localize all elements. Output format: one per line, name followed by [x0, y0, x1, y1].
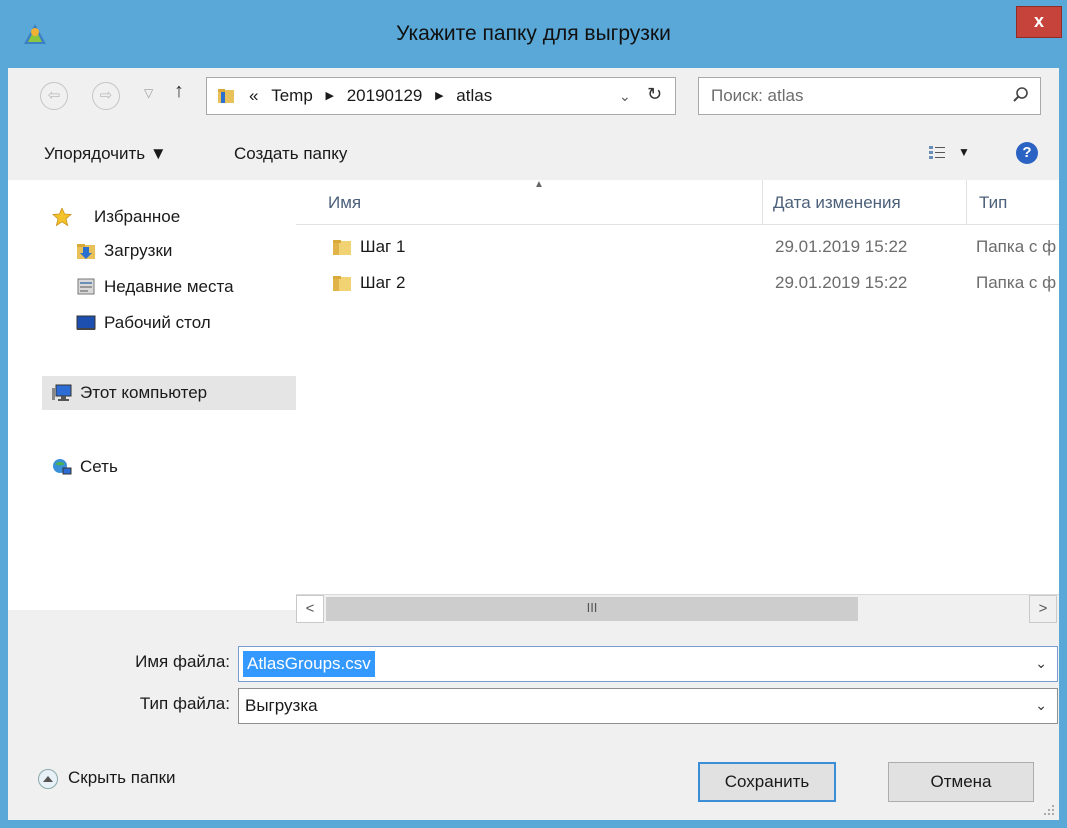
organize-menu-button[interactable]: Упорядочить ▼	[44, 144, 167, 164]
file-date: 29.01.2019 15:22	[775, 273, 908, 292]
dialog-body: ⇦ ⇨ ▽ ↑ « Temp ▶ 20190129 ▶ atlas ⌄ ↻ По…	[8, 68, 1059, 820]
nav-item-desktop[interactable]: Рабочий стол	[66, 306, 266, 340]
folder-icon	[218, 89, 234, 103]
search-box[interactable]: Поиск: atlas	[698, 77, 1041, 115]
file-row[interactable]: Шаг 1 29.01.2019 15:22 Папка с ф	[296, 230, 1059, 266]
nav-item-label: Недавние места	[104, 277, 234, 296]
scroll-thumb[interactable]: III	[326, 597, 858, 621]
filename-field[interactable]: AtlasGroups.csv ⌄	[238, 646, 1058, 682]
filetype-select[interactable]: Выгрузка ⌄	[238, 688, 1058, 724]
downloads-folder-icon	[77, 244, 95, 259]
column-header-type[interactable]: Тип	[979, 193, 1007, 213]
breadcrumb-overflow[interactable]: «	[249, 86, 258, 105]
back-button[interactable]: ⇦	[40, 82, 68, 110]
network-icon	[53, 459, 72, 475]
breadcrumb-item-temp[interactable]: Temp	[271, 86, 313, 105]
command-bar: Упорядочить ▼ Создать папку ▼ ?	[8, 128, 1059, 180]
scroll-right-button[interactable]: >	[1029, 595, 1057, 623]
desktop-icon	[76, 315, 96, 330]
resize-grip-icon[interactable]	[1043, 804, 1055, 816]
up-arrow-icon[interactable]: ↑	[174, 80, 184, 103]
filetype-value: Выгрузка	[245, 696, 318, 715]
file-row[interactable]: Шаг 2 29.01.2019 15:22 Папка с ф	[296, 266, 1059, 302]
file-type: Папка с ф	[976, 237, 1057, 256]
scroll-left-button[interactable]: <	[296, 595, 324, 623]
save-button[interactable]: Сохранить	[698, 762, 836, 802]
window-title: Укажите папку для выгрузки	[396, 22, 671, 45]
nav-item-label: Рабочий стол	[104, 313, 211, 332]
chevron-down-icon[interactable]: ⌄	[619, 88, 631, 105]
collapse-icon	[38, 769, 58, 789]
forward-button[interactable]: ⇨	[92, 82, 120, 110]
folder-icon	[333, 240, 351, 255]
breadcrumb-item-atlas[interactable]: atlas	[456, 86, 492, 105]
nav-item-label: Этот компьютер	[80, 383, 208, 402]
navigation-pane: Избранное Загрузки Недавние места Рабочи…	[8, 180, 296, 610]
close-button[interactable]: x	[1016, 6, 1062, 38]
filename-value[interactable]: AtlasGroups.csv	[243, 651, 375, 677]
search-input[interactable]: Поиск: atlas	[711, 86, 803, 106]
view-options-icon[interactable]	[928, 145, 946, 161]
computer-icon	[52, 384, 72, 401]
search-icon[interactable]	[1012, 86, 1030, 104]
history-dropdown-icon[interactable]: ▽	[144, 86, 153, 100]
nav-item-favorites[interactable]: Избранное	[42, 200, 242, 234]
column-divider[interactable]	[762, 180, 763, 225]
new-folder-button[interactable]: Создать папку	[234, 144, 347, 164]
save-dialog-window: Укажите папку для выгрузки x ⇦ ⇨ ▽ ↑ « T…	[0, 0, 1067, 828]
title-bar[interactable]: Укажите папку для выгрузки x	[0, 0, 1067, 68]
nav-item-label: Избранное	[94, 207, 181, 226]
filetype-label: Тип файла:	[139, 694, 230, 713]
column-header-name[interactable]: Имя	[328, 193, 361, 213]
chevron-down-icon[interactable]: ⌄	[1035, 655, 1047, 672]
recent-places-icon	[77, 278, 95, 295]
column-header-row: ▲ Имя Дата изменения Тип	[296, 179, 1059, 225]
file-name: Шаг 1	[360, 237, 406, 256]
horizontal-scrollbar[interactable]: < III >	[296, 594, 1059, 623]
star-icon	[52, 208, 72, 226]
view-dropdown-icon[interactable]: ▼	[958, 145, 970, 159]
hide-folders-label: Скрыть папки	[68, 768, 176, 787]
filename-label: Имя файла:	[135, 652, 230, 671]
refresh-icon[interactable]: ↻	[647, 84, 662, 105]
column-header-date[interactable]: Дата изменения	[773, 193, 901, 213]
nav-item-downloads[interactable]: Загрузки	[66, 234, 266, 268]
file-type: Папка с ф	[976, 273, 1057, 292]
breadcrumb: « Temp ▶ 20190129 ▶ atlas	[249, 86, 492, 106]
nav-item-label: Сеть	[80, 457, 118, 476]
nav-item-this-pc[interactable]: Этот компьютер	[42, 376, 296, 410]
column-divider[interactable]	[966, 180, 967, 225]
breadcrumb-separator-icon[interactable]: ▶	[326, 90, 334, 102]
breadcrumb-separator-icon[interactable]: ▶	[435, 90, 443, 102]
help-icon[interactable]: ?	[1016, 142, 1038, 164]
folder-icon	[333, 276, 351, 291]
file-list: ▲ Имя Дата изменения Тип Шаг 1 29.01.201…	[296, 179, 1059, 610]
nav-item-network[interactable]: Сеть	[42, 450, 242, 484]
breadcrumb-item-date[interactable]: 20190129	[347, 86, 423, 105]
file-name: Шаг 2	[360, 273, 406, 292]
nav-item-label: Загрузки	[104, 241, 173, 260]
sort-ascending-icon: ▲	[534, 179, 544, 190]
cancel-button[interactable]: Отмена	[888, 762, 1034, 802]
nav-item-recent[interactable]: Недавние места	[66, 270, 286, 304]
address-bar[interactable]: « Temp ▶ 20190129 ▶ atlas ⌄ ↻	[206, 77, 676, 115]
file-date: 29.01.2019 15:22	[775, 237, 908, 256]
chevron-down-icon[interactable]: ⌄	[1035, 697, 1047, 714]
